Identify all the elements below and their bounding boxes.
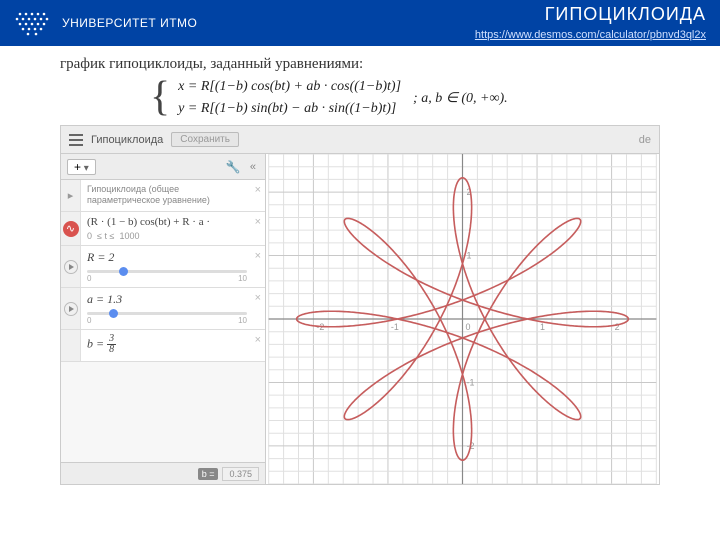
- folder-title: Гипоциклоида (общее параметрическое урав…: [81, 180, 265, 211]
- graph-svg: -2-1012-2-112: [266, 154, 659, 484]
- logo-block: УНИВЕРСИТЕТ ИТМО: [14, 10, 197, 36]
- slider-a-track[interactable]: [87, 312, 247, 315]
- svg-text:1: 1: [466, 251, 471, 261]
- equation-y: y = R[(1−b) sin(bt) − ab · sin((1−b)t)]: [178, 101, 401, 117]
- slider-r-label: R = 2: [87, 250, 114, 264]
- wave-icon[interactable]: [63, 221, 79, 237]
- expression-sidebar: + ▾ 🔧 « ▸ Гипоциклоида (общее параметрич…: [61, 154, 266, 484]
- close-icon[interactable]: ×: [255, 216, 261, 228]
- slider-row-b[interactable]: b = 3 8 ×: [61, 330, 265, 362]
- svg-text:0: 0: [465, 322, 470, 332]
- subtitle-text: график гипоциклоиды, заданный уравнениям…: [0, 46, 720, 79]
- calc-topbar: Гипоциклоида Сохранить de: [61, 126, 659, 154]
- equation-x: x = R[(1−b) cos(bt) + ab · cos((1−b)t)]: [178, 79, 401, 95]
- doc-title: Гипоциклоида: [91, 134, 163, 146]
- expression-list: ▸ Гипоциклоида (общее параметрическое ур…: [61, 180, 265, 462]
- brace-icon: {: [150, 79, 170, 117]
- desmos-embed: Гипоциклоида Сохранить de + ▾ 🔧 « ▸ Гипо…: [60, 125, 660, 485]
- graph-canvas[interactable]: -2-1012-2-112: [266, 154, 659, 484]
- svg-text:2: 2: [615, 322, 620, 332]
- equation-tail: ; a, b ∈ (0, +∞).: [413, 90, 508, 107]
- play-icon[interactable]: [64, 260, 78, 274]
- save-button[interactable]: Сохранить: [171, 132, 239, 147]
- slider-b-prefix: b =: [87, 336, 107, 350]
- collapse-icon[interactable]: «: [247, 161, 259, 173]
- close-icon[interactable]: ×: [255, 334, 261, 346]
- brand-label: de: [639, 134, 651, 146]
- slider-a-label: a = 1.3: [87, 292, 122, 306]
- close-icon[interactable]: ×: [255, 250, 261, 262]
- svg-text:1: 1: [540, 322, 545, 332]
- slider-b-fraction: 3 8: [107, 334, 116, 355]
- sidebar-controls: + ▾ 🔧 «: [61, 154, 265, 180]
- slider-row-a[interactable]: a = 1.3 0 10 ×: [61, 288, 265, 330]
- sidebar-footer: b = 0.375: [61, 462, 265, 484]
- slider-r-thumb[interactable]: [119, 267, 128, 276]
- slider-row-r[interactable]: R = 2 0 10 ×: [61, 246, 265, 288]
- parametric-formula: (R · (1 − b) cos(bt) + R · a ·: [87, 216, 210, 228]
- expression-row-parametric[interactable]: (R · (1 − b) cos(bt) + R · a · 0 ≤ t ≤ 1…: [61, 212, 265, 246]
- slide-header: УНИВЕРСИТЕТ ИТМО ГИПОЦИКЛОИДА https://ww…: [0, 0, 720, 46]
- close-icon[interactable]: ×: [255, 184, 261, 196]
- svg-text:-1: -1: [466, 377, 474, 387]
- add-expression-button[interactable]: + ▾: [67, 159, 96, 175]
- slide-title: ГИПОЦИКЛОИДА: [475, 4, 706, 25]
- b-display-label: b =: [198, 468, 219, 480]
- itmo-logo-icon: [14, 10, 52, 36]
- chevron-down-icon: ▾: [81, 163, 89, 174]
- folder-row[interactable]: ▸ Гипоциклоида (общее параметрическое ур…: [61, 180, 265, 212]
- menu-icon[interactable]: [69, 134, 83, 146]
- university-name: УНИВЕРСИТЕТ ИТМО: [62, 16, 197, 30]
- b-display-value: 0.375: [222, 467, 259, 481]
- settings-icon[interactable]: 🔧: [226, 160, 241, 174]
- close-icon[interactable]: ×: [255, 292, 261, 304]
- source-link[interactable]: https://www.desmos.com/calculator/pbnvd3…: [475, 29, 706, 41]
- play-icon[interactable]: [64, 302, 78, 316]
- folder-icon: ▸: [68, 189, 74, 202]
- slider-r-track[interactable]: [87, 270, 247, 273]
- title-block: ГИПОЦИКЛОИДА https://www.desmos.com/calc…: [475, 4, 706, 43]
- equation-system: { x = R[(1−b) cos(bt) + ab · cos((1−b)t)…: [0, 79, 720, 125]
- svg-text:-1: -1: [391, 322, 399, 332]
